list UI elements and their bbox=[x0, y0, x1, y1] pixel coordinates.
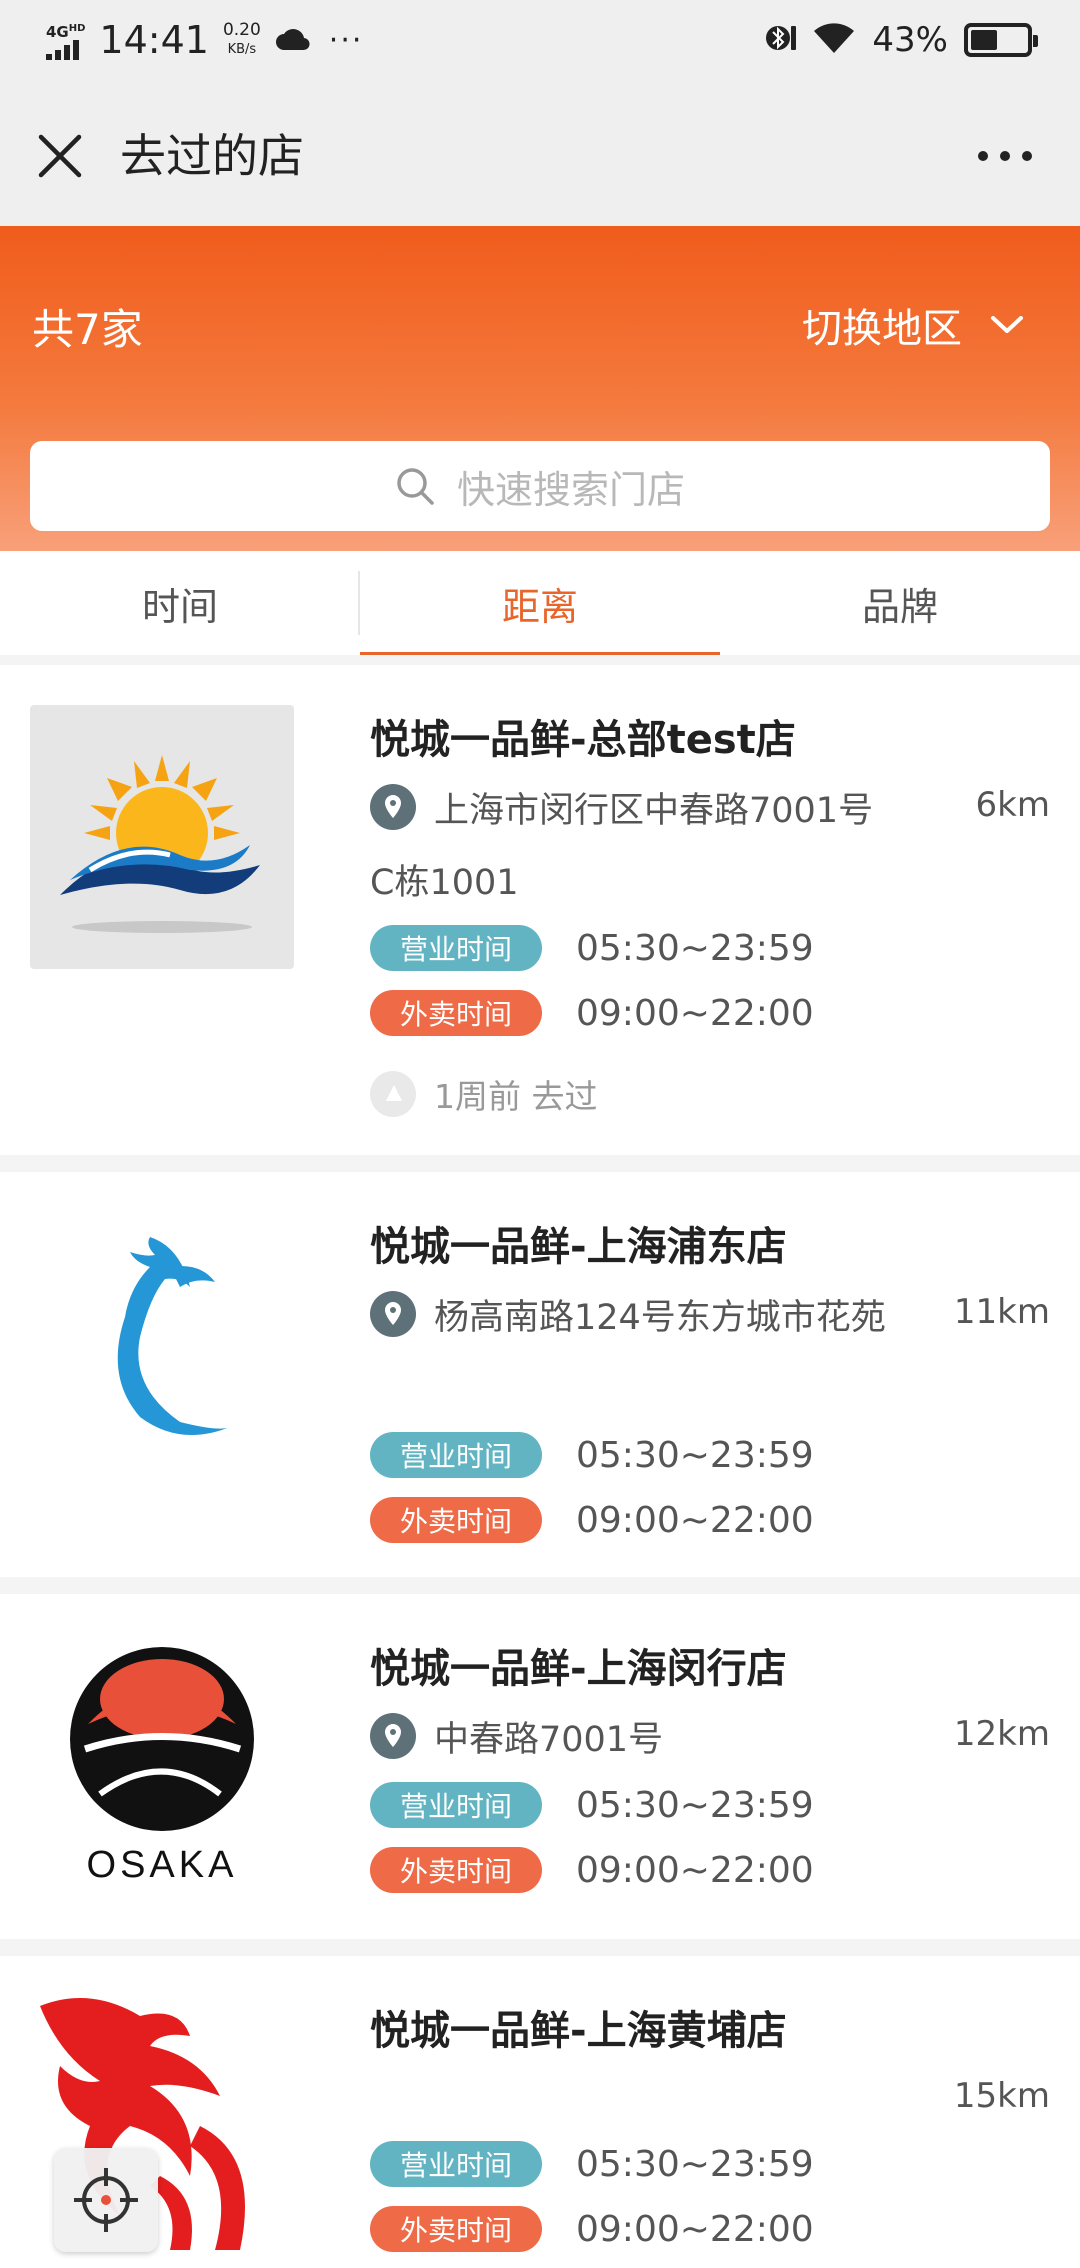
store-address: 上海市闵行区中春路7001号C栋1001 bbox=[370, 775, 890, 919]
blue-phoenix-logo-icon bbox=[30, 1207, 294, 1471]
region-switch-button[interactable]: 切换地区 bbox=[802, 296, 1024, 354]
tab-divider bbox=[358, 571, 360, 635]
page-title: 去过的店 bbox=[120, 129, 304, 183]
more-dots-icon bbox=[978, 151, 1032, 161]
location-pin-icon bbox=[370, 1291, 416, 1337]
visited-info: 1周前 去过 bbox=[370, 1070, 598, 1118]
business-hours-row: 营业时间 05:30~23:59 bbox=[370, 2141, 814, 2187]
search-icon bbox=[397, 468, 434, 505]
store-header: 共7家 切换地区 快速搜索门店 bbox=[0, 226, 1080, 551]
store-address: 中春路7001号 bbox=[370, 1704, 890, 1776]
svg-text:OSAKA: OSAKA bbox=[87, 1844, 238, 1886]
cellular-signal-icon: 4GHD bbox=[46, 21, 85, 60]
chevron-down-icon bbox=[991, 316, 1023, 333]
close-button[interactable] bbox=[30, 126, 90, 186]
search-placeholder: 快速搜索门店 bbox=[456, 467, 685, 512]
store-card[interactable]: OSAKA 悦城一品鲜-上海闵行店 中春路7001号 12km 营业时间 05:… bbox=[0, 1594, 1080, 1939]
delivery-hours-badge: 外卖时间 bbox=[370, 1847, 542, 1893]
business-hours-badge: 营业时间 bbox=[370, 1782, 542, 1828]
store-card[interactable]: 悦城一品鲜-总部test店 上海市闵行区中春路7001号C栋1001 6km 营… bbox=[0, 665, 1080, 1155]
more-notifications: ··· bbox=[328, 22, 364, 58]
network-speed: 0.20 KB/s bbox=[222, 20, 261, 58]
store-name: 悦城一品鲜-上海黄埔店 bbox=[370, 2008, 787, 2054]
region-switch-label: 切换地区 bbox=[802, 306, 962, 352]
crosshair-icon bbox=[74, 2168, 138, 2232]
battery-percent: 43% bbox=[872, 20, 948, 60]
tab-distance[interactable]: 距离 bbox=[360, 551, 720, 655]
locate-button[interactable] bbox=[54, 2148, 158, 2252]
battery-icon bbox=[964, 23, 1038, 57]
tab-brand[interactable]: 品牌 bbox=[720, 551, 1080, 655]
delivery-hours-row: 外卖时间 09:00~22:00 bbox=[370, 2206, 814, 2252]
delivery-hours: 09:00~22:00 bbox=[576, 1849, 814, 1891]
business-hours-row: 营业时间 05:30~23:59 bbox=[370, 1782, 814, 1828]
delivery-hours: 09:00~22:00 bbox=[576, 2208, 814, 2250]
business-hours: 05:30~23:59 bbox=[576, 927, 814, 969]
footprint-icon bbox=[370, 1071, 416, 1117]
store-distance: 6km bbox=[975, 785, 1050, 825]
cloud-icon bbox=[275, 24, 311, 56]
business-hours: 05:30~23:59 bbox=[576, 2143, 814, 2185]
sun-waves-logo-icon bbox=[30, 705, 294, 969]
delivery-hours-row: 外卖时间 09:00~22:00 bbox=[370, 1497, 814, 1543]
delivery-hours: 09:00~22:00 bbox=[576, 992, 814, 1034]
clock: 14:41 bbox=[99, 18, 209, 62]
sort-tabs: 时间 距离 品牌 bbox=[0, 551, 1080, 655]
location-pin-icon bbox=[370, 1713, 416, 1759]
delivery-hours-badge: 外卖时间 bbox=[370, 1497, 542, 1543]
business-hours: 05:30~23:59 bbox=[576, 1434, 814, 1476]
business-hours: 05:30~23:59 bbox=[576, 1784, 814, 1826]
business-hours-badge: 营业时间 bbox=[370, 2141, 542, 2187]
store-logo: OSAKA bbox=[30, 1629, 294, 1893]
business-hours-badge: 营业时间 bbox=[370, 1432, 542, 1478]
store-distance: 12km bbox=[953, 1714, 1050, 1754]
store-logo bbox=[30, 1207, 294, 1471]
more-options-button[interactable] bbox=[970, 126, 1040, 186]
search-input[interactable]: 快速搜索门店 bbox=[30, 441, 1050, 531]
business-hours-row: 营业时间 05:30~23:59 bbox=[370, 925, 814, 971]
store-name: 悦城一品鲜-上海闵行店 bbox=[370, 1646, 787, 1692]
bluetooth-icon bbox=[766, 20, 797, 60]
delivery-hours-badge: 外卖时间 bbox=[370, 2206, 542, 2252]
delivery-hours: 09:00~22:00 bbox=[576, 1499, 814, 1541]
wifi-icon bbox=[812, 21, 856, 59]
store-card[interactable]: 悦城一品鲜-上海黄埔店 15km 营业时间 05:30~23:59 外卖时间 0… bbox=[0, 1956, 1080, 2268]
location-pin-icon bbox=[370, 784, 416, 830]
delivery-hours-row: 外卖时间 09:00~22:00 bbox=[370, 990, 814, 1036]
store-name: 悦城一品鲜-总部test店 bbox=[370, 717, 796, 763]
business-hours-row: 营业时间 05:30~23:59 bbox=[370, 1432, 814, 1478]
delivery-hours-row: 外卖时间 09:00~22:00 bbox=[370, 1847, 814, 1893]
business-hours-badge: 营业时间 bbox=[370, 925, 542, 971]
store-count: 共7家 bbox=[32, 305, 143, 354]
store-distance: 15km bbox=[953, 2076, 1050, 2116]
store-name: 悦城一品鲜-上海浦东店 bbox=[370, 1224, 787, 1270]
close-icon bbox=[38, 134, 82, 178]
store-logo bbox=[30, 705, 294, 969]
store-card[interactable]: 悦城一品鲜-上海浦东店 杨高南路124号东方城市花苑 11km 营业时间 05:… bbox=[0, 1172, 1080, 1577]
store-address: 杨高南路124号东方城市花苑 bbox=[370, 1282, 890, 1354]
store-distance: 11km bbox=[953, 1292, 1050, 1332]
osaka-logo-icon: OSAKA bbox=[30, 1629, 294, 1893]
delivery-hours-badge: 外卖时间 bbox=[370, 990, 542, 1036]
tab-time[interactable]: 时间 bbox=[0, 551, 360, 655]
status-bar: 4GHD 14:41 0.20 KB/s ··· 43% bbox=[0, 0, 1080, 86]
title-bar: 去过的店 bbox=[0, 86, 1080, 226]
